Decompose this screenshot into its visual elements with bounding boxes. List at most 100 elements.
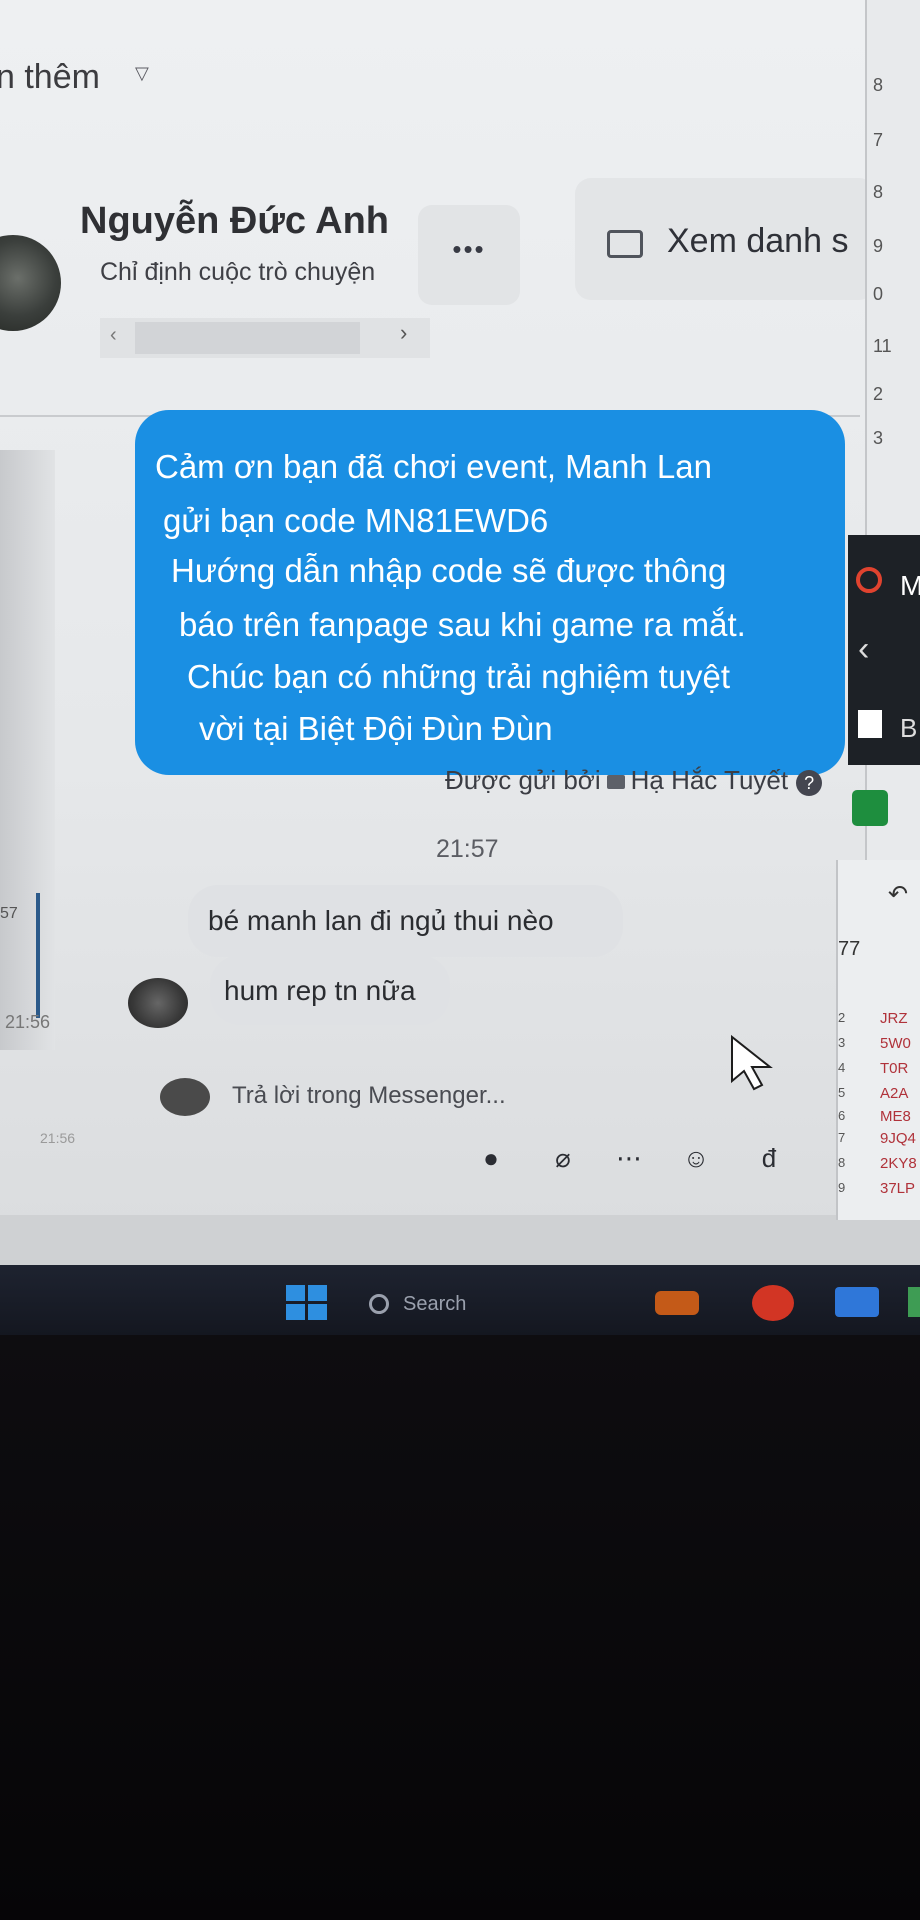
horizontal-scrollbar[interactable]: ‹ ›: [100, 318, 430, 358]
message-line: Chúc bạn có những trải nghiệm tuyệt: [187, 658, 731, 695]
cell-value[interactable]: 77: [838, 938, 860, 961]
code-cell[interactable]: 37LP: [880, 1180, 915, 1197]
code-cell[interactable]: 2KY8: [880, 1155, 917, 1172]
taskbar-app-icon[interactable]: [752, 1285, 794, 1321]
message-bubble-icon[interactable]: ●: [475, 1142, 507, 1174]
document-icon[interactable]: [858, 710, 882, 738]
view-list-label: Xem danh s: [667, 222, 849, 260]
contact-card-icon: [607, 230, 643, 258]
profile-icon: [606, 775, 625, 789]
table-row[interactable]: 3 5W0: [838, 1035, 920, 1057]
taskbar: Search: [0, 1265, 920, 1335]
saved-replies-icon[interactable]: ⋯: [613, 1142, 645, 1174]
panel-label: M: [900, 570, 920, 601]
contact-name: Nguyễn Đức Anh: [80, 200, 390, 242]
attachment-icon[interactable]: ⌀: [547, 1142, 579, 1174]
message-line: Cảm ơn bạn đã chơi event, Manh Lan: [155, 448, 712, 485]
row-number: 9: [838, 1180, 846, 1195]
search-icon: [369, 1294, 389, 1314]
row-number: 3: [838, 1035, 846, 1050]
code-cell[interactable]: 9JQ4: [880, 1130, 916, 1147]
table-row[interactable]: 9 37LP: [838, 1180, 920, 1202]
view-list-button[interactable]: Xem danh s: [575, 178, 875, 300]
side-dark-panel: M ‹ B: [848, 535, 920, 765]
message-line: vời tại Biệt Đội Đùn Đùn: [199, 710, 553, 747]
scroll-thumb[interactable]: [135, 322, 360, 354]
received-message-bubble[interactable]: hum rep tn nữa: [210, 955, 450, 1025]
message-timestamp: 21:57: [436, 835, 499, 863]
assign-conversation-link[interactable]: Chỉ định cuộc trò chuyện: [100, 258, 375, 287]
help-icon[interactable]: ?: [796, 770, 823, 796]
undo-icon[interactable]: ↶: [888, 880, 908, 909]
more-filter-label[interactable]: n thêm: [0, 58, 100, 97]
sent-by-prefix: Được gửi bởi: [445, 765, 601, 795]
table-row[interactable]: 6 ME8: [838, 1108, 920, 1130]
currency-icon[interactable]: đ: [753, 1142, 785, 1174]
avatar[interactable]: [128, 978, 188, 1028]
code-cell[interactable]: 5W0: [880, 1035, 911, 1052]
chevron-right-icon[interactable]: ›: [400, 320, 407, 346]
taskbar-app-icon[interactable]: [908, 1287, 920, 1317]
sender-name[interactable]: Hạ Hắc Tuyết: [631, 765, 789, 795]
left-timestamp: 21:56: [40, 1130, 76, 1146]
row-number: 8: [873, 75, 884, 95]
row-number: 3: [873, 428, 884, 448]
message-text: hum rep tn nữa: [224, 975, 416, 1006]
emoji-icon[interactable]: ☺: [680, 1142, 712, 1174]
row-number: 0: [873, 284, 884, 304]
received-message-bubble[interactable]: bé manh lan đi ngủ thui nèo: [188, 885, 623, 957]
avatar: [160, 1078, 210, 1116]
left-panel-indicator: [36, 893, 40, 1018]
composer-toolbar: ● ⌀ ⋯ ☺ đ: [475, 1142, 835, 1182]
code-cell[interactable]: T0R: [880, 1060, 908, 1077]
left-timestamp: 57: [0, 905, 18, 922]
code-cell[interactable]: JRZ: [880, 1010, 908, 1027]
taskbar-search[interactable]: Search: [365, 1291, 515, 1321]
sent-message-bubble[interactable]: Cảm ơn bạn đã chơi event, Manh Lan gửi b…: [135, 410, 845, 775]
panel-label: B: [900, 713, 918, 743]
mouse-cursor-icon: [731, 1034, 773, 1091]
record-icon[interactable]: [856, 567, 882, 593]
avatar[interactable]: [0, 235, 61, 331]
left-timestamp: 21:56: [5, 1012, 51, 1032]
monitor-bezel: [0, 1335, 920, 1920]
message-line: Hướng dẫn nhập code sẽ được thông: [171, 552, 727, 589]
row-number: 8: [838, 1155, 846, 1170]
row-number: 6: [838, 1108, 846, 1123]
row-number: 2: [873, 384, 884, 404]
row-number: 4: [838, 1060, 846, 1075]
left-panel-edge: [0, 450, 55, 1050]
message-text: bé manh lan đi ngủ thui nèo: [208, 905, 554, 936]
row-number: 5: [838, 1085, 846, 1100]
taskbar-app-icon[interactable]: [655, 1291, 699, 1315]
sent-by-label: Được gửi bởi Hạ Hắc Tuyết?: [445, 765, 823, 796]
chevron-left-icon[interactable]: ‹: [110, 324, 117, 347]
back-icon[interactable]: ‹: [858, 630, 869, 669]
table-row[interactable]: 5 A2A: [838, 1085, 920, 1107]
message-line: gửi bạn code MN81EWD6: [163, 502, 549, 539]
spreadsheet-cells: ↶ 77 2 JRZ 3 5W0 4 T0R 5 A2A 6 ME8 7 9JQ…: [836, 860, 920, 1220]
table-row[interactable]: 8 2KY8: [838, 1155, 920, 1177]
table-row[interactable]: 7 9JQ4: [838, 1130, 920, 1152]
chevron-down-icon[interactable]: ▽: [135, 64, 153, 82]
row-number: 2: [838, 1010, 846, 1025]
table-row[interactable]: 4 T0R: [838, 1060, 920, 1082]
windows-start-icon[interactable]: [286, 1285, 328, 1321]
row-number: 9: [873, 236, 884, 256]
spreadsheet-icon[interactable]: [852, 790, 888, 826]
code-cell[interactable]: A2A: [880, 1085, 908, 1102]
taskbar-app-icon[interactable]: [835, 1287, 879, 1317]
more-options-button[interactable]: •••: [418, 205, 520, 305]
table-row[interactable]: 2 JRZ: [838, 1010, 920, 1032]
code-cell[interactable]: ME8: [880, 1108, 911, 1125]
row-number: 8: [873, 182, 884, 202]
message-line: báo trên fanpage sau khi game ra mắt.: [179, 606, 746, 643]
search-label: Search: [403, 1293, 467, 1315]
row-number: 11: [873, 336, 892, 356]
window-bottom-strip: [0, 1215, 920, 1265]
row-number: 7: [838, 1130, 846, 1145]
row-number: 7: [873, 130, 884, 150]
reply-composer: [110, 1070, 830, 1130]
reply-input[interactable]: [230, 1070, 634, 1122]
monitor-screen: 57 21:56 21:56 n thêm ▽ Nguyễn Đức Anh C…: [0, 0, 920, 1265]
